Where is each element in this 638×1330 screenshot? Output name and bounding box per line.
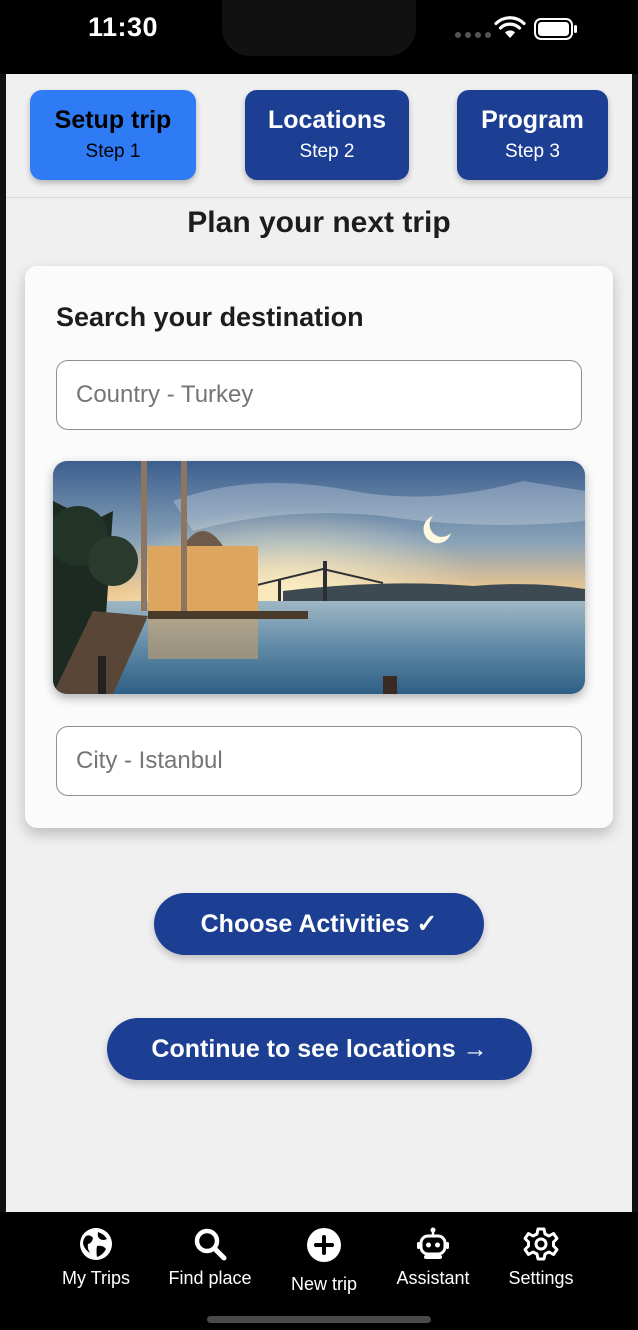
- city-input[interactable]: [56, 726, 582, 796]
- tab-my-trips[interactable]: My Trips: [41, 1226, 151, 1289]
- trip-stepper: Setup trip Step 1 Locations Step 2 Progr…: [6, 74, 632, 198]
- tab-label: Find place: [168, 1268, 252, 1288]
- globe-icon: [80, 1228, 112, 1260]
- step-subtitle: Step 3: [505, 141, 560, 162]
- step-locations[interactable]: Locations Step 2: [245, 90, 409, 180]
- tab-settings[interactable]: Settings: [486, 1226, 596, 1289]
- tab-label: Settings: [508, 1268, 574, 1288]
- tab-label: Assistant: [396, 1268, 470, 1288]
- search-destination-card: Search your destination: [25, 266, 613, 828]
- bottom-tab-bar: My Trips Find place New trip Assistant S…: [6, 1212, 632, 1330]
- status-bar: 11:30: [0, 0, 638, 74]
- step-setup-trip[interactable]: Setup trip Step 1: [30, 90, 196, 180]
- step-title: Locations: [267, 106, 387, 134]
- step-subtitle: Step 2: [299, 141, 355, 162]
- choose-activities-button[interactable]: Choose Activities ✓: [154, 893, 484, 955]
- page-title: Plan your next trip: [187, 206, 451, 239]
- cellular-dots-icon: [455, 32, 491, 38]
- battery-icon: [534, 18, 577, 40]
- step-program[interactable]: Program Step 3: [457, 90, 608, 180]
- plus-circle-icon: [307, 1228, 341, 1262]
- bezel-right: [632, 74, 638, 1212]
- tab-label: My Trips: [61, 1268, 130, 1288]
- status-time: 11:30: [88, 12, 159, 42]
- continue-to-locations-button[interactable]: Continue to see locations →: [107, 1018, 532, 1080]
- tab-assistant[interactable]: Assistant: [378, 1226, 488, 1289]
- home-indicator[interactable]: [207, 1316, 431, 1323]
- search-icon: [194, 1228, 227, 1261]
- step-subtitle: Step 1: [85, 141, 141, 162]
- tab-new-trip[interactable]: New trip: [269, 1226, 379, 1295]
- step-title: Setup trip: [54, 106, 172, 134]
- wifi-icon: [494, 16, 526, 38]
- card-heading: Search your destination: [56, 302, 364, 332]
- robot-icon: [417, 1227, 449, 1259]
- tab-find-place[interactable]: Find place: [155, 1226, 265, 1289]
- destination-photo: [53, 461, 585, 694]
- app-screen: Setup trip Step 1 Locations Step 2 Progr…: [6, 74, 632, 1212]
- country-input[interactable]: [56, 360, 582, 430]
- step-title: Program: [481, 106, 584, 134]
- tab-label: New trip: [290, 1274, 357, 1294]
- dynamic-island: [222, 0, 416, 56]
- gear-icon: [523, 1227, 559, 1261]
- phone-frame: 11:30 Setup trip Step 1 Locations Step 2: [0, 0, 638, 1330]
